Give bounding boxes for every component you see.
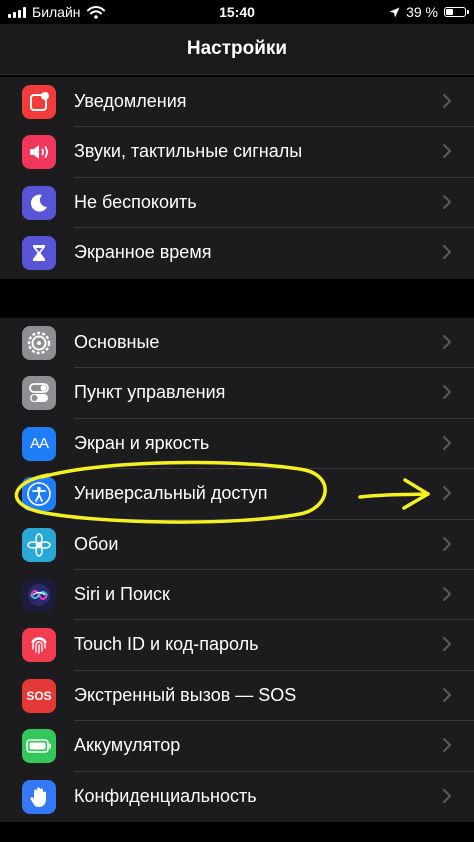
settings-item-label: Экран и яркость xyxy=(74,432,210,453)
chevron-right-icon xyxy=(443,536,451,551)
sos-icon: SOS xyxy=(22,678,56,713)
sos-icon-label: SOS xyxy=(26,688,52,703)
chevron-right-icon xyxy=(443,687,451,702)
chevron-right-icon xyxy=(443,435,451,450)
chevron-right-icon xyxy=(443,586,451,601)
settings-item-control-center[interactable]: Пункт управления xyxy=(0,368,474,419)
settings-item-label: Пункт управления xyxy=(74,382,226,403)
settings-item-display[interactable]: AA Экран и яркость xyxy=(0,419,474,470)
settings-item-label: Уведомления xyxy=(74,91,187,111)
battery-icon xyxy=(444,7,469,17)
settings-item-label: Конфиденциальность xyxy=(74,785,257,806)
settings-item-label: Универсальный доступ xyxy=(74,483,268,504)
speaker-icon xyxy=(22,135,56,170)
settings-group-1: Уведомления Звуки, тактильные сигналы Не… xyxy=(0,77,474,279)
chevron-right-icon xyxy=(443,194,451,209)
settings-item-emergency-sos[interactable]: SOS Экстренный вызов — SOS xyxy=(0,671,474,722)
battery-icon xyxy=(22,729,56,764)
settings-item-notifications[interactable]: Уведомления xyxy=(0,77,474,128)
toggles-icon xyxy=(22,376,56,411)
text-size-icon-label: AA xyxy=(29,435,49,453)
settings-item-siri[interactable]: Siri и Поиск xyxy=(0,570,474,621)
chevron-right-icon xyxy=(443,637,451,652)
page-title: Настройки xyxy=(186,38,288,59)
chevron-right-icon xyxy=(443,94,451,108)
navigation-bar: Настройки xyxy=(0,24,474,75)
chevron-right-icon xyxy=(443,738,451,753)
notifications-icon xyxy=(22,85,56,119)
moon-icon xyxy=(22,185,56,220)
settings-item-wallpaper[interactable]: Обои xyxy=(0,520,474,570)
settings-item-label: Экранное время xyxy=(74,242,212,263)
chevron-right-icon xyxy=(443,385,451,400)
settings-item-label: Звуки, тактильные сигналы xyxy=(74,141,303,162)
text-size-icon: AA xyxy=(22,426,56,461)
settings-item-sounds[interactable]: Звуки, тактильные сигналы xyxy=(0,127,474,178)
settings-item-label: Не беспокоить xyxy=(74,191,197,212)
status-right: 39 % xyxy=(389,4,469,20)
chevron-right-icon xyxy=(443,486,451,501)
settings-item-label: Обои xyxy=(74,533,119,554)
siri-icon xyxy=(22,577,56,612)
battery-percent: 39 % xyxy=(406,4,438,20)
settings-item-screen-time[interactable]: Экранное время xyxy=(0,228,474,278)
accessibility-icon xyxy=(22,477,56,512)
chevron-right-icon xyxy=(443,245,451,260)
gear-icon xyxy=(22,326,56,360)
settings-item-battery[interactable]: Аккумулятор xyxy=(0,721,474,772)
chevron-right-icon xyxy=(443,144,451,159)
settings-group-2: Основные Пункт управления AA Экран и ярк… xyxy=(0,318,474,822)
chevron-right-icon xyxy=(443,788,451,803)
settings-item-label: Siri и Поиск xyxy=(74,583,170,604)
settings-item-label: Основные xyxy=(74,332,160,352)
hand-icon xyxy=(22,779,56,814)
flower-icon xyxy=(22,527,56,562)
fingerprint-icon xyxy=(22,628,56,663)
location-icon xyxy=(389,7,400,17)
hourglass-icon xyxy=(22,236,56,271)
settings-item-privacy[interactable]: Конфиденциальность xyxy=(0,772,474,822)
settings-item-touch-id[interactable]: Touch ID и код-пароль xyxy=(0,620,474,671)
settings-item-label: Экстренный вызов — SOS xyxy=(74,684,297,705)
settings-item-accessibility[interactable]: Универсальный доступ xyxy=(0,469,474,520)
settings-item-general[interactable]: Основные xyxy=(0,318,474,369)
chevron-right-icon xyxy=(443,335,451,349)
battery-level xyxy=(446,9,454,15)
settings-item-do-not-disturb[interactable]: Не беспокоить xyxy=(0,178,474,229)
settings-item-label: Touch ID и код-пароль xyxy=(74,634,259,655)
settings-item-label: Аккумулятор xyxy=(74,735,181,756)
status-bar: Билайн 15:40 39 % xyxy=(0,0,474,24)
